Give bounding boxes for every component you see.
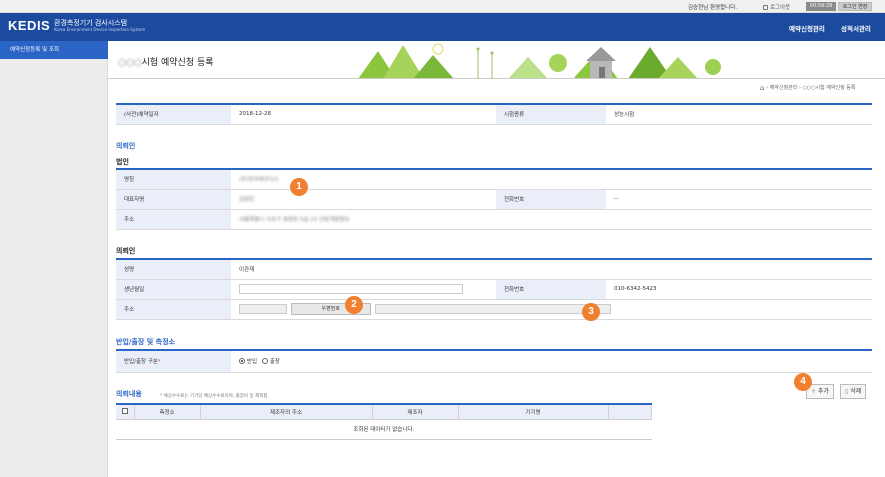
corp-phone-label: 전화번호 xyxy=(496,189,606,210)
request-section-title: 의뢰내용 xyxy=(116,390,142,398)
visit-type-label: 반입/출장 구분* xyxy=(116,350,231,373)
nav-report-management[interactable]: 성적서관리 xyxy=(841,23,871,33)
representative-label: 대표자명 xyxy=(116,189,231,210)
annotation-marker-4: 4 xyxy=(794,373,812,391)
test-type-value: 성능시험 xyxy=(606,104,872,125)
grid-header-row: 측정소 제조자의 주소 제조자 기기명 xyxy=(116,404,652,420)
radio-unselected-icon xyxy=(261,358,268,365)
corp-name-value: (주)한국테크닉스 xyxy=(231,169,872,190)
page-title-prefix: ○○○ xyxy=(118,58,142,68)
birthdate-input[interactable] xyxy=(239,284,463,294)
requester-address-label: 주소 xyxy=(116,299,231,320)
annotation-marker-3: 3 xyxy=(582,303,600,321)
annotation-marker-2: 2 xyxy=(345,296,363,314)
location-section-title: 반입/출장 및 측정소 xyxy=(116,338,175,346)
delete-button[interactable]: ▯ 삭제 xyxy=(840,384,867,399)
requester-address-cell: 우편번호 xyxy=(231,299,872,320)
select-all-cell xyxy=(116,404,135,420)
address-input[interactable] xyxy=(374,304,611,314)
page-title: ○○○시험 예약신청 등록 xyxy=(118,58,214,68)
reservation-info-table: (사전)예약일자 2018-12-28 시험종류 성능시험 xyxy=(116,103,872,125)
extend-login-button[interactable]: 로그인 연장 xyxy=(838,2,872,11)
corporation-subtitle: 법인 xyxy=(116,158,129,166)
logout-link[interactable]: 로그아웃 xyxy=(763,3,790,11)
system-name-en: Korea Environment Device Inspection Syst… xyxy=(54,27,146,32)
breadcrumb: ⌂ › 예약신청관리 › ○○○시험 예약신청 등록 xyxy=(760,84,856,92)
radio-option-business-trip[interactable]: 출장 xyxy=(261,358,280,365)
reservation-date-label: (사전)예약일자 xyxy=(116,104,231,125)
breadcrumb-item-reservation[interactable]: 예약신청관리 xyxy=(770,85,798,91)
birthdate-label: 생년월일 xyxy=(116,279,231,300)
landscape-illustration xyxy=(358,41,885,78)
corporation-table: 명칭 (주)한국테크닉스 대표자명 김현민 전화번호 -- 주소 서울특별시 서… xyxy=(116,168,872,230)
birthdate-cell xyxy=(231,279,496,300)
col-station: 측정소 xyxy=(134,404,201,420)
radio-option-carry-in[interactable]: 반입 xyxy=(239,358,257,365)
col-device-name: 기기명 xyxy=(458,404,609,420)
sidebar-item-reservation-register[interactable]: 예약신청등록 및 조회 xyxy=(0,41,108,59)
empty-message: 조회된 데이터가 없습니다. xyxy=(116,419,652,440)
client-section-title: 의뢰인 xyxy=(116,142,136,150)
requester-phone-value: 010-6342-5423 xyxy=(606,279,872,300)
col-extra xyxy=(608,404,652,420)
session-timer: 00:59:29 xyxy=(806,2,836,11)
reservation-date-value: 2018-12-28 xyxy=(231,104,496,125)
main-header: KEDIS 환경측정기기 검사시스템 Korea Environment Dev… xyxy=(0,13,885,41)
select-all-checkbox[interactable] xyxy=(121,407,128,414)
lock-icon xyxy=(763,5,768,10)
top-utility-bar: 김승현님 환영합니다. 로그아웃 00:59:29 로그인 연장 xyxy=(0,0,885,13)
corp-name-label: 명칭 xyxy=(116,169,231,190)
annotation-marker-1: 1 xyxy=(290,178,308,196)
fee-note: * 예상수수료는 기기당 예상수수료이며, 출장비 등 제외됨. xyxy=(160,394,269,399)
location-table: 반입/출장 구분* 반입 출장 xyxy=(116,349,872,373)
requester-table: 성명 이관재 생년월일 전화번호 010-6342-5423 주소 우편번호 xyxy=(116,258,872,320)
nav-reservation-management[interactable]: 예약신청관리 xyxy=(789,23,825,33)
welcome-text: 김승현님 환영합니다. xyxy=(688,5,738,11)
zipcode-input[interactable] xyxy=(239,304,287,314)
corp-phone-value: -- xyxy=(606,189,872,210)
corp-address-value: 서울특별시 서초구 효령로 5길 23 산림개발빌딩 xyxy=(231,209,872,230)
request-grid: 측정소 제조자의 주소 제조자 기기명 조회된 데이터가 없습니다. xyxy=(116,403,652,440)
kedis-logo[interactable]: KEDIS xyxy=(8,18,50,33)
requester-name-label: 성명 xyxy=(116,259,231,280)
test-type-label: 시험종류 xyxy=(496,104,606,125)
page-banner: ○○○시험 예약신청 등록 xyxy=(108,41,885,79)
logout-label: 로그아웃 xyxy=(770,5,791,11)
representative-value: 김현민 xyxy=(231,189,496,210)
breadcrumb-item-current: ○○○시험 예약신청 등록 xyxy=(802,85,856,91)
plus-icon: + xyxy=(811,388,818,395)
corp-address-label: 주소 xyxy=(116,209,231,230)
visit-type-options: 반입 출장 xyxy=(231,350,872,373)
requester-subtitle: 의뢰인 xyxy=(116,247,136,255)
requester-phone-label: 전화번호 xyxy=(496,279,606,300)
grid-empty-row: 조회된 데이터가 없습니다. xyxy=(116,419,652,440)
col-manufacturer-address: 제조자의 주소 xyxy=(200,404,373,420)
sidebar: 예약신청등록 및 조회 xyxy=(0,41,108,477)
radio-selected-icon xyxy=(239,358,245,365)
col-manufacturer: 제조자 xyxy=(372,404,459,420)
requester-name-value: 이관재 xyxy=(231,259,872,280)
home-icon[interactable]: ⌂ xyxy=(760,84,764,92)
